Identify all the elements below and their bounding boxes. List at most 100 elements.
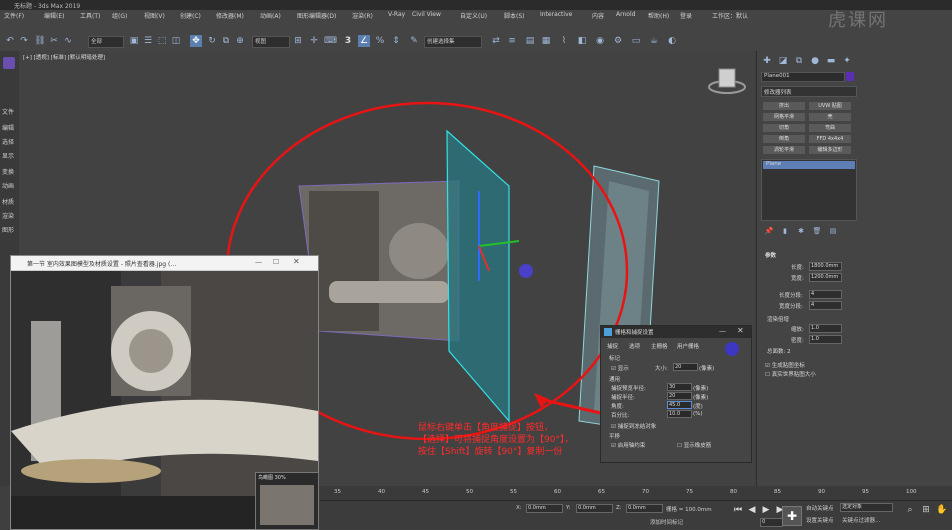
rubber-band-checkbox[interactable]: ☐ 显示橡皮筋 bbox=[677, 441, 711, 449]
modifier-button-edit-poly[interactable]: 编辑多边形 bbox=[809, 146, 851, 154]
configure-sets-icon[interactable]: ▤ bbox=[827, 225, 839, 237]
named-selection-sets[interactable]: 创建选择集 bbox=[424, 36, 482, 48]
modifier-stack[interactable]: Plane bbox=[761, 159, 857, 221]
curve-editor-icon[interactable]: ⌇ bbox=[558, 35, 570, 47]
show-marker-checkbox[interactable]: ☑ 显示 bbox=[611, 364, 629, 372]
render-icon[interactable]: ☕ bbox=[648, 35, 660, 47]
stack-item-plane[interactable]: Plane bbox=[763, 161, 855, 169]
modifier-button-meshsmooth[interactable]: 网格平滑 bbox=[763, 113, 805, 121]
modifier-button-bend[interactable]: 弯曲 bbox=[809, 124, 851, 132]
length-segs-spinner[interactable]: 4 bbox=[809, 290, 842, 299]
close-icon[interactable]: ✕ bbox=[293, 257, 300, 266]
max-logo-icon[interactable] bbox=[3, 57, 15, 69]
edit-named-selection-icon[interactable]: ✎ bbox=[408, 35, 420, 47]
angle-field[interactable]: 45.0 bbox=[667, 401, 692, 409]
menu-create[interactable]: 创建(C) bbox=[180, 11, 201, 20]
current-frame[interactable]: 0 bbox=[760, 518, 783, 527]
left-tab-shape[interactable]: 图形 bbox=[2, 225, 14, 234]
menu-render[interactable]: 渲染(R) bbox=[352, 11, 373, 20]
menu-content[interactable]: 内容 bbox=[592, 11, 604, 20]
auto-key-button[interactable]: 自动关键点 bbox=[806, 504, 834, 512]
left-tab-material[interactable]: 材质 bbox=[2, 197, 14, 206]
render-setup-icon[interactable]: ⚙ bbox=[612, 35, 624, 47]
modifier-button-ffd[interactable]: FFD 4x4x4 bbox=[809, 135, 851, 143]
material-editor-icon[interactable]: ◉ bbox=[594, 35, 606, 47]
tab-home-grid[interactable]: 主栅格 bbox=[651, 342, 668, 350]
menu-edit[interactable]: 编辑(E) bbox=[44, 11, 64, 20]
length-spinner[interactable]: 1800.0mm bbox=[809, 262, 842, 271]
dialog-titlebar[interactable]: 栅格和捕捉设置 — ✕ bbox=[601, 326, 751, 338]
select-by-name-icon[interactable]: ☰ bbox=[142, 35, 154, 47]
prev-frame-icon[interactable]: ◀ bbox=[746, 504, 758, 516]
marker-size-field[interactable]: 20 bbox=[673, 363, 698, 371]
snap-toggle-button[interactable]: 3 bbox=[342, 35, 354, 47]
width-spinner[interactable]: 1200.0mm bbox=[809, 273, 842, 282]
menu-script[interactable]: 脚本(S) bbox=[504, 11, 525, 20]
placement-icon[interactable]: ⊕ bbox=[234, 35, 246, 47]
zoom-icon[interactable]: ⌕ bbox=[904, 504, 916, 516]
aerial-view-thumbnail[interactable]: 鸟瞰图 30% bbox=[255, 472, 319, 530]
menu-views[interactable]: 视图(V) bbox=[144, 11, 165, 20]
menu-animation[interactable]: 动画(A) bbox=[260, 11, 281, 20]
pivot-center-icon[interactable]: ⊞ bbox=[292, 35, 304, 47]
menu-arnold[interactable]: Arnold bbox=[616, 11, 635, 18]
menu-interactive[interactable]: Interactive bbox=[540, 11, 572, 18]
scale-icon[interactable]: ⧉ bbox=[220, 35, 232, 47]
angle-snap-icon[interactable]: ∠ bbox=[358, 35, 370, 47]
motion-tab-icon[interactable]: ● bbox=[809, 55, 821, 67]
menu-customize[interactable]: 自定义(U) bbox=[460, 11, 487, 20]
menu-graph-editors[interactable]: 图形编辑器(D) bbox=[297, 11, 336, 20]
keyboard-shortcut-icon[interactable]: ⌨ bbox=[324, 35, 337, 47]
menu-login[interactable]: 登录 bbox=[680, 11, 692, 20]
parameters-rollout-title[interactable]: 参数 bbox=[765, 251, 776, 259]
bind-spacewarp-icon[interactable]: ∿ bbox=[62, 35, 74, 47]
axis-constraint-checkbox[interactable]: ☑ 启用轴约束 bbox=[611, 441, 645, 449]
density-spinner[interactable]: 1.0 bbox=[809, 335, 842, 344]
tab-snaps[interactable]: 捕捉 bbox=[607, 342, 618, 350]
create-tab-icon[interactable]: ✚ bbox=[761, 55, 773, 67]
snap-frozen-checkbox[interactable]: ☑ 捕捉到冻结对象 bbox=[611, 422, 656, 430]
percent-snap-icon[interactable]: % bbox=[374, 35, 386, 47]
grid-snap-settings-dialog[interactable]: 栅格和捕捉设置 — ✕ 捕捉 选项 主栅格 用户栅格 标记 ☑ 显示 大小: 2… bbox=[600, 325, 752, 463]
modifier-button-bevel[interactable]: 倒角 bbox=[763, 135, 805, 143]
pan-icon[interactable]: ✋ bbox=[936, 504, 948, 516]
modifier-list-label[interactable]: 修改器列表 bbox=[764, 88, 792, 96]
set-key-plus-icon[interactable]: ✚ bbox=[782, 506, 802, 526]
object-name-text[interactable]: Plane001 bbox=[764, 73, 790, 79]
snap-preview-radius-field[interactable]: 30 bbox=[667, 383, 692, 391]
menu-help[interactable]: 帮助(H) bbox=[648, 11, 669, 20]
selection-filter[interactable]: 全部 bbox=[88, 36, 124, 48]
add-time-tag[interactable]: 添加时间标记 bbox=[650, 518, 683, 526]
key-filters-button[interactable]: 关键点过滤器... bbox=[842, 516, 880, 524]
select-manipulate-icon[interactable]: ✛ bbox=[308, 35, 320, 47]
layer-explorer-icon[interactable]: ▤ bbox=[524, 35, 536, 47]
zoom-all-icon[interactable]: ⊞ bbox=[920, 504, 932, 516]
set-key-button[interactable]: 设置关键点 bbox=[806, 516, 834, 524]
make-unique-icon[interactable]: ✱ bbox=[795, 225, 807, 237]
display-tab-icon[interactable]: ▬ bbox=[825, 55, 837, 67]
menu-file[interactable]: 文件(F) bbox=[4, 11, 24, 20]
y-coordinate[interactable]: 0.0mm bbox=[576, 504, 613, 513]
modifier-button-turbosmooth[interactable]: 涡轮平滑 bbox=[763, 146, 805, 154]
width-segs-spinner[interactable]: 4 bbox=[809, 301, 842, 310]
snap-radius-field[interactable]: 20 bbox=[667, 392, 692, 400]
object-name-field[interactable]: Plane001 bbox=[761, 72, 845, 82]
dialog-close-icon[interactable]: ✕ bbox=[737, 326, 744, 335]
photo-viewer-titlebar[interactable]: 第一节 室内效果图模型及材质设置 - 照片查看器.jpg (… — ☐ ✕ bbox=[11, 256, 318, 271]
selected-dropdown[interactable]: 选定对象 bbox=[840, 503, 893, 512]
menu-vray[interactable]: V-Ray bbox=[388, 11, 405, 18]
hierarchy-tab-icon[interactable]: ⧉ bbox=[793, 55, 805, 67]
select-object-icon[interactable]: ▣ bbox=[128, 35, 140, 47]
spinner-snap-icon[interactable]: ⇕ bbox=[390, 35, 402, 47]
menu-group[interactable]: 组(G) bbox=[112, 11, 127, 20]
z-coordinate[interactable]: 0.0mm bbox=[626, 504, 663, 513]
show-end-result-icon[interactable]: ▮ bbox=[779, 225, 791, 237]
scale-spinner[interactable]: 1.0 bbox=[809, 324, 842, 333]
menu-workspace[interactable]: 工作区：默认 bbox=[712, 11, 748, 20]
redo-icon[interactable]: ↷ bbox=[18, 35, 30, 47]
align-icon[interactable]: ≡ bbox=[506, 35, 518, 47]
left-tab-animation[interactable]: 动画 bbox=[2, 181, 14, 190]
left-tab-display[interactable]: 显示 bbox=[2, 151, 14, 160]
gen-mapping-checkbox[interactable]: ☑ 生成贴图坐标 bbox=[765, 361, 805, 369]
rendered-frame-icon[interactable]: ▭ bbox=[630, 35, 642, 47]
